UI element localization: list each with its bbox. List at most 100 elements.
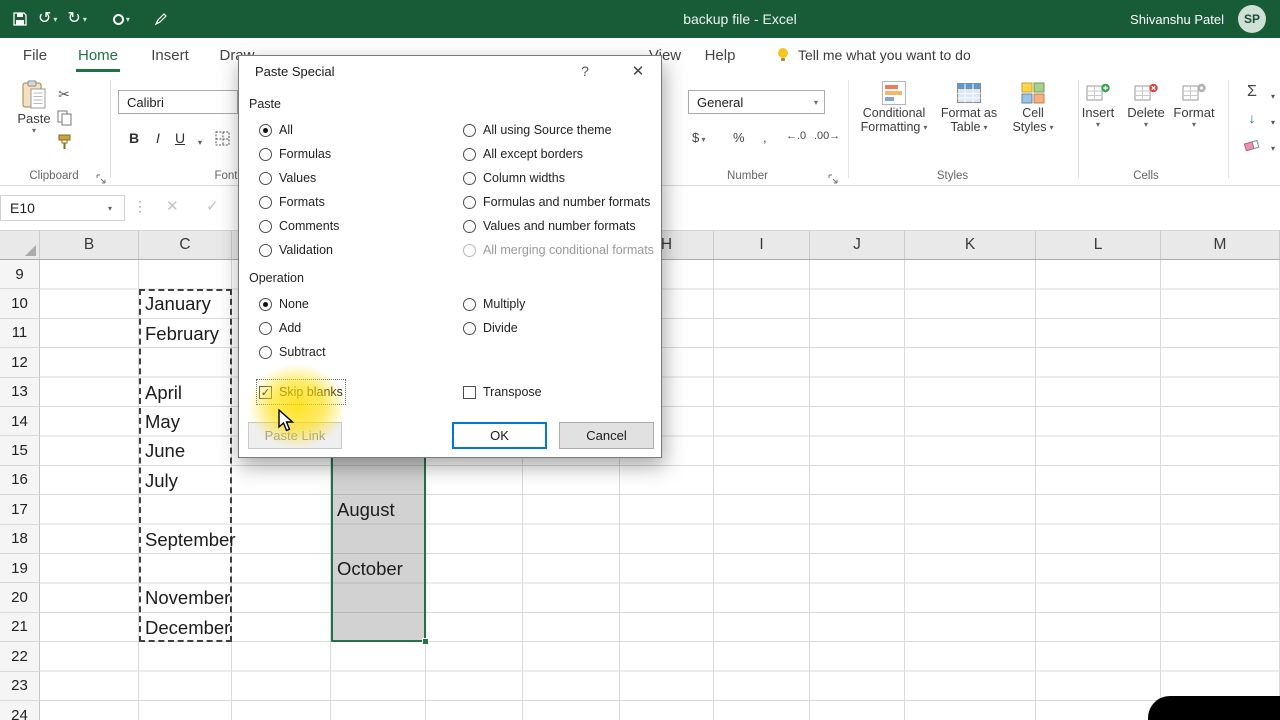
undo-icon[interactable]: ↺: [38, 11, 51, 27]
comma-style-button[interactable]: ,: [763, 130, 767, 145]
touch-mode-icon[interactable]: [112, 13, 124, 25]
insert-cells-button[interactable]: Insert ▾: [1076, 82, 1120, 129]
radio-divide[interactable]: Divide: [463, 318, 518, 338]
accounting-format-button[interactable]: $ ▾: [692, 130, 705, 145]
autosum-chevron-icon[interactable]: ▾: [1263, 86, 1280, 106]
number-format-combo[interactable]: General ▾: [688, 90, 825, 114]
cut-button[interactable]: ✂: [54, 84, 74, 104]
ok-button[interactable]: OK: [452, 422, 547, 449]
number-dialog-launcher[interactable]: [828, 171, 838, 189]
autosum-button[interactable]: Σ: [1242, 82, 1262, 102]
radio-all-using-source-theme[interactable]: All using Source theme: [463, 120, 612, 140]
delete-cells-button[interactable]: Delete ▾: [1124, 82, 1168, 129]
radio-formulas[interactable]: Formulas: [259, 144, 331, 164]
row-header-21[interactable]: 21: [0, 612, 40, 643]
account-name[interactable]: Shivanshu Patel: [1130, 0, 1224, 38]
italic-button[interactable]: I: [148, 128, 168, 148]
dialog-close-button[interactable]: ✕: [627, 62, 649, 80]
row-header-14[interactable]: 14: [0, 407, 40, 437]
radio-none[interactable]: None: [259, 294, 309, 314]
tab-file[interactable]: File: [16, 38, 54, 72]
checkbox-transpose[interactable]: Transpose: [463, 382, 542, 402]
radio-multiply[interactable]: Multiply: [463, 294, 525, 314]
column-header-M[interactable]: M: [1161, 231, 1280, 259]
dialog-help-button[interactable]: ?: [575, 63, 595, 79]
column-header-C[interactable]: C: [139, 231, 232, 259]
cell-C18[interactable]: September: [145, 525, 236, 554]
row-header-17[interactable]: 17: [0, 495, 40, 525]
format-cells-button[interactable]: Format ▾: [1172, 82, 1216, 129]
fill-chevron-icon[interactable]: ▾: [1263, 112, 1280, 132]
row-header-11[interactable]: 11: [0, 318, 40, 349]
borders-button[interactable]: [212, 128, 232, 148]
radio-comments[interactable]: Comments: [259, 216, 339, 236]
cancel-entry-icon[interactable]: ✕: [166, 197, 179, 215]
cell-C14[interactable]: May: [145, 407, 180, 436]
row-header-13[interactable]: 13: [0, 377, 40, 407]
font-name-combo[interactable]: Calibri: [118, 90, 238, 114]
clear-chevron-icon[interactable]: ▾: [1263, 138, 1280, 158]
confirm-entry-icon[interactable]: ✓: [206, 197, 219, 215]
row-header-16[interactable]: 16: [0, 465, 40, 496]
avatar[interactable]: SP: [1238, 5, 1266, 33]
row-header-12[interactable]: 12: [0, 348, 40, 378]
row-header-23[interactable]: 23: [0, 671, 40, 701]
radio-all-except-borders[interactable]: All except borders: [463, 144, 583, 164]
paste-button[interactable]: Paste ▾: [10, 80, 58, 135]
copy-button[interactable]: [54, 108, 74, 128]
fill-button[interactable]: ↓: [1242, 108, 1262, 128]
cancel-button[interactable]: Cancel: [559, 422, 654, 449]
radio-values-and-number-formats[interactable]: Values and number formats: [463, 216, 636, 236]
undo-chevron-icon[interactable]: ▾: [53, 15, 57, 24]
save-icon[interactable]: [12, 11, 28, 27]
redo-chevron-icon[interactable]: ▾: [83, 15, 87, 24]
tab-insert[interactable]: Insert: [144, 38, 196, 72]
cell-C20[interactable]: November: [145, 583, 230, 612]
cell-C13[interactable]: April: [145, 378, 182, 407]
column-header-I[interactable]: I: [714, 231, 810, 259]
radio-add[interactable]: Add: [259, 318, 301, 338]
column-header-B[interactable]: B: [40, 231, 139, 259]
tell-me-box[interactable]: Tell me what you want to do: [798, 38, 971, 72]
redo-icon[interactable]: ↻: [67, 11, 80, 27]
pen-icon[interactable]: [154, 12, 168, 26]
cell-C21[interactable]: December: [145, 613, 230, 642]
row-header-24[interactable]: 24: [0, 701, 40, 720]
bold-button[interactable]: B: [124, 128, 144, 148]
fill-handle[interactable]: [422, 638, 429, 646]
name-box-chevron-icon[interactable]: ▾: [108, 204, 112, 213]
cell-styles-button[interactable]: Cell Styles ▾: [1006, 80, 1060, 134]
decrease-decimal-button[interactable]: .00→: [814, 130, 840, 142]
radio-values[interactable]: Values: [259, 168, 316, 188]
cell-C15[interactable]: June: [145, 436, 185, 465]
row-header-15[interactable]: 15: [0, 436, 40, 466]
radio-formulas-and-number-formats[interactable]: Formulas and number formats: [463, 192, 650, 212]
clipboard-dialog-launcher[interactable]: [96, 171, 106, 189]
row-header-22[interactable]: 22: [0, 642, 40, 672]
name-box[interactable]: E10: [0, 195, 125, 221]
cell-E19[interactable]: October: [337, 554, 403, 583]
increase-decimal-button[interactable]: ←.0: [786, 130, 806, 142]
cell-C11[interactable]: February: [145, 319, 219, 348]
percent-style-button[interactable]: %: [733, 130, 745, 145]
radio-column-widths[interactable]: Column widths: [463, 168, 565, 188]
row-header-10[interactable]: 10: [0, 289, 40, 319]
tab-home[interactable]: Home: [74, 38, 122, 72]
cell-C10[interactable]: January: [145, 289, 211, 318]
column-header-J[interactable]: J: [810, 231, 905, 259]
select-all-button[interactable]: [0, 231, 40, 259]
column-header-L[interactable]: L: [1036, 231, 1161, 259]
row-header-18[interactable]: 18: [0, 524, 40, 554]
tab-help[interactable]: Help: [698, 38, 742, 72]
cell-C16[interactable]: July: [145, 466, 178, 495]
conditional-formatting-button[interactable]: Conditional Formatting ▾: [856, 80, 932, 134]
row-header-9[interactable]: 9: [0, 260, 40, 290]
radio-all[interactable]: All: [259, 120, 293, 140]
cell-E17[interactable]: August: [337, 495, 395, 524]
format-painter-button[interactable]: [54, 132, 74, 152]
format-as-table-button[interactable]: Format as Table ▾: [936, 80, 1002, 134]
radio-formats[interactable]: Formats: [259, 192, 325, 212]
radio-subtract[interactable]: Subtract: [259, 342, 326, 362]
clear-button[interactable]: [1242, 134, 1262, 154]
row-header-19[interactable]: 19: [0, 554, 40, 584]
